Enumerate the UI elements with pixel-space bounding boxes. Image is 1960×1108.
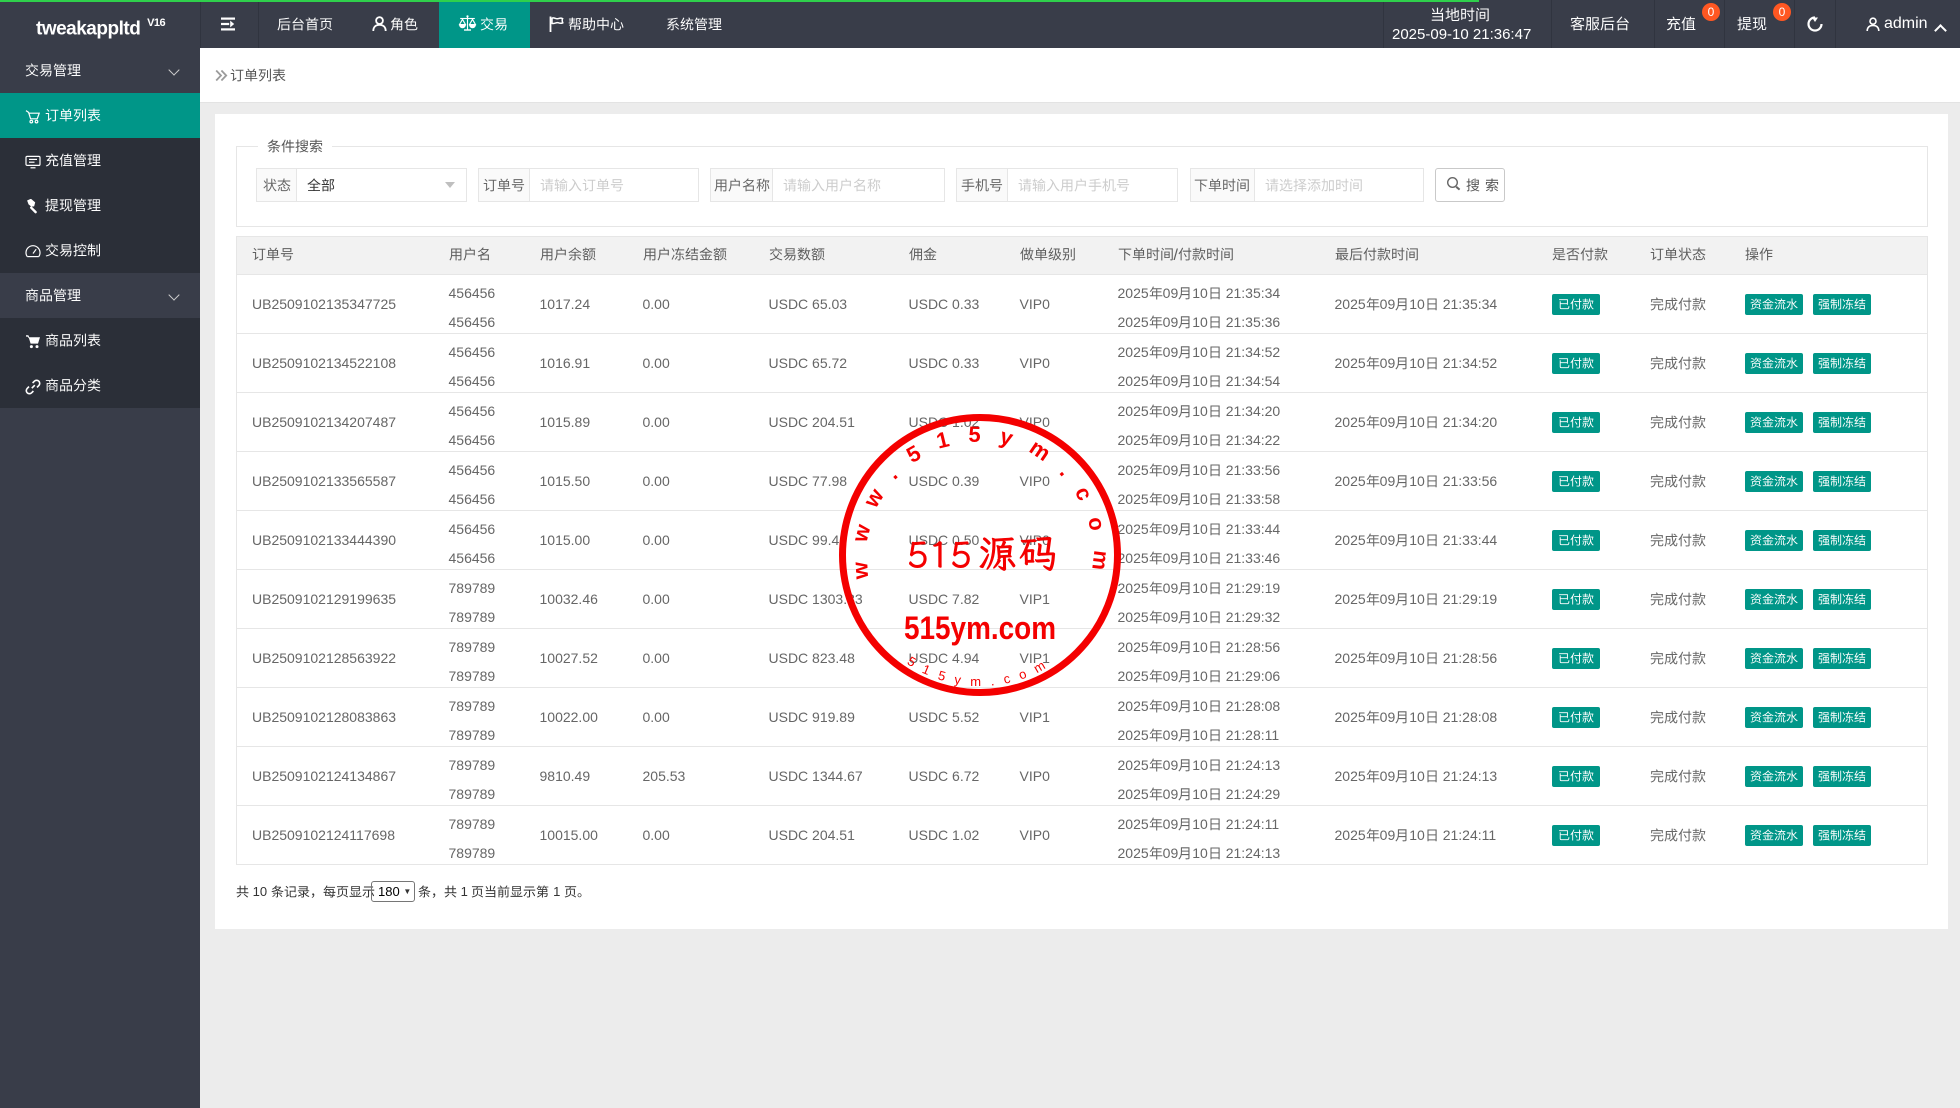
svg-text:515ym.com: 515ym.com — [904, 610, 1056, 646]
svg-text:www.515ym.com: www.515ym.com — [846, 422, 1114, 590]
